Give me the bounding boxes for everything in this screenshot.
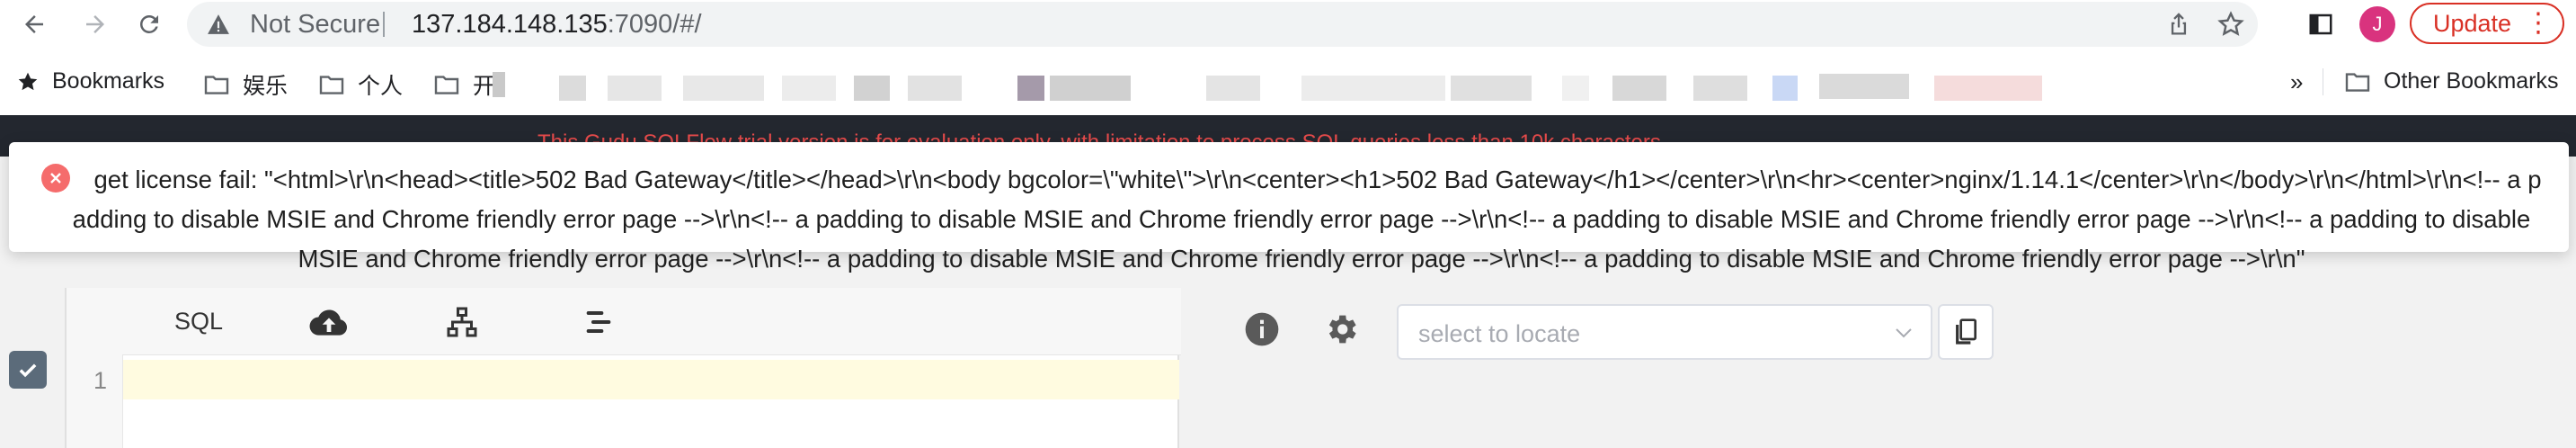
folder-icon [2345,72,2370,92]
line-number: 1 [93,367,108,394]
bookmarks-manager[interactable]: Bookmarks [16,68,164,94]
sql-editor-input[interactable] [123,360,1179,399]
other-bookmarks[interactable]: Other Bookmarks [2344,68,2559,94]
sql-editor-panel: SQL 1 [65,288,1181,448]
url-text[interactable]: 137.184.148.135:7090/#/ [412,10,702,40]
blurred-bookmark[interactable] [1451,76,1532,101]
copy-button[interactable] [1938,304,1994,360]
browser-toolbar: Not Secure 137.184.148.135:7090/#/ J Upd… [0,0,2576,49]
blurred-bookmark[interactable] [1301,76,1445,101]
tab-sql[interactable]: SQL [174,308,223,336]
blurred-bookmark[interactable] [559,76,586,101]
locate-placeholder: select to locate [1418,320,1581,347]
blurred-bookmark[interactable] [854,76,890,101]
bookmark-folder-1[interactable]: 娱乐 [203,68,288,101]
folder-icon [204,76,229,94]
bookmarks-overflow-button[interactable]: » [2290,68,2303,96]
address-separator [383,12,385,37]
error-message: get license fail: "<html>\r\n<head><titl… [72,166,2542,273]
format-lines-icon[interactable] [579,302,618,342]
blurred-bookmark[interactable] [1562,76,1589,101]
blurred-bookmark[interactable] [1017,76,1044,101]
bookmark-folder-3[interactable]: 开 [433,68,495,101]
profile-avatar[interactable]: J [2359,6,2395,42]
bookmarks-label: Bookmarks [52,68,165,94]
editor-toolbar: SQL [67,288,1181,355]
back-arrow-icon [25,15,43,33]
gear-icon[interactable] [1321,309,1361,349]
blurred-bookmark[interactable] [1772,76,1798,101]
update-label: Update [2433,9,2512,37]
folder-icon [319,76,344,94]
forward-button[interactable] [77,6,113,42]
other-bookmarks-label: Other Bookmarks [2384,68,2559,94]
address-bar[interactable]: Not Secure 137.184.148.135:7090/#/ [187,2,2258,47]
url-path: :7090/#/ [607,10,702,39]
hierarchy-diagram-icon[interactable] [442,302,482,342]
reload-icon [139,14,158,33]
chevron-down-icon [1893,322,1914,348]
folder-icon [434,76,459,94]
info-icon[interactable] [1242,309,1282,349]
kebab-menu-icon[interactable]: ⋮ [2525,10,2552,37]
locate-select[interactable]: select to locate [1397,304,1932,360]
blurred-bookmark[interactable] [1934,76,2042,101]
upload-cloud-icon[interactable] [309,302,349,342]
security-label[interactable]: Not Secure [250,10,380,40]
forward-arrow-icon [86,15,104,33]
blurred-bookmark[interactable] [1819,74,1909,99]
star-icon [18,72,38,90]
url-host: 137.184.148.135 [412,10,608,39]
blurred-bookmark[interactable] [608,76,662,101]
side-panel-icon[interactable] [2306,10,2335,39]
blurred-bookmark[interactable] [493,72,505,97]
back-button[interactable] [16,6,52,42]
reload-button[interactable] [131,6,167,42]
blurred-bookmark[interactable] [1612,76,1666,101]
bookmark-folder-2[interactable]: 个人 [318,68,403,101]
bookmark-folder-label: 个人 [358,74,404,99]
share-icon[interactable] [2164,10,2193,39]
blurred-bookmark[interactable] [1693,76,1747,101]
sidebar-check-icon[interactable] [9,351,47,389]
blurred-bookmark[interactable] [1050,76,1131,101]
warning-triangle-icon [207,13,230,40]
blurred-bookmark[interactable] [908,76,962,101]
bookmark-star-icon[interactable] [2216,10,2245,39]
bookmark-folder-label: 娱乐 [243,74,289,99]
update-button[interactable]: Update ⋮ [2410,3,2564,44]
blurred-bookmark[interactable] [1206,76,1260,101]
error-toast: get license fail: "<html>\r\n<head><titl… [9,142,2569,273]
blurred-bookmark[interactable] [782,76,836,101]
copy-icon [1956,318,1977,345]
bookmarks-bar: Bookmarks 娱乐 个人 开 » Other Bookmarks [0,49,2576,116]
blurred-bookmark[interactable] [683,76,764,101]
